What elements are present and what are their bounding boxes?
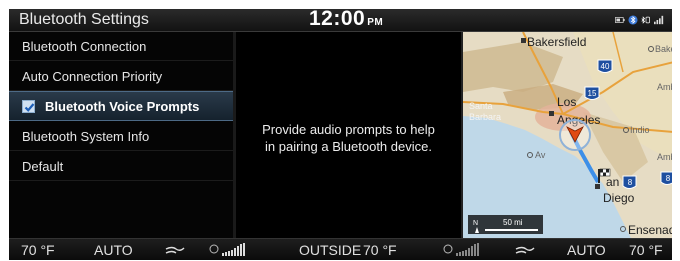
passenger-climate-mode[interactable]: AUTO bbox=[567, 242, 606, 258]
city-marker bbox=[549, 111, 554, 116]
menu-item-bluetooth-connection[interactable]: Bluetooth Connection bbox=[9, 32, 233, 61]
map-graphic: 40 15 8 8 Bakersfield Los Angeles an Die… bbox=[463, 32, 672, 238]
shield-label: 40 bbox=[601, 62, 610, 71]
shield-label: 8 bbox=[628, 178, 633, 187]
signal-icon bbox=[654, 15, 664, 25]
airflow-mode-icon[interactable] bbox=[514, 243, 536, 256]
interstate-shield: 8 bbox=[660, 171, 672, 185]
climate-bar: 70 °F AUTO OUTSIDE 70 °F AUTO 70 °F bbox=[9, 238, 672, 260]
fan-speed-icon[interactable] bbox=[443, 242, 485, 257]
infotainment-screen: Bluetooth Settings 12:00 PM Bluetooth Con… bbox=[9, 9, 672, 260]
map-label: Barbara bbox=[469, 112, 501, 122]
page-title: Bluetooth Settings bbox=[19, 11, 149, 28]
map-scale-box: N 50 mi bbox=[468, 215, 543, 234]
description-panel: Provide audio prompts to help in pairing… bbox=[236, 32, 461, 238]
airflow-mode-icon[interactable] bbox=[164, 243, 186, 256]
menu-item-label: Bluetooth Voice Prompts bbox=[45, 99, 200, 114]
menu-item-label: Bluetooth Connection bbox=[22, 39, 147, 54]
map-label: Indio bbox=[630, 125, 650, 135]
menu-item-auto-connection-priority[interactable]: Auto Connection Priority bbox=[9, 62, 233, 91]
scale-bar bbox=[485, 229, 538, 231]
outside-label: OUTSIDE bbox=[299, 242, 362, 258]
map-label: Bakersfield bbox=[527, 35, 586, 49]
map-label: Los bbox=[557, 95, 576, 109]
city-marker bbox=[595, 184, 600, 189]
menu-item-label: Default bbox=[22, 159, 64, 174]
map-label: Av bbox=[535, 150, 546, 160]
navigation-map[interactable]: 40 15 8 8 Bakersfield Los Angeles an Die… bbox=[461, 32, 672, 238]
interstate-shield: 15 bbox=[584, 86, 600, 100]
map-label: Baker bbox=[655, 44, 672, 54]
map-label: Diego bbox=[603, 191, 635, 205]
clock-time: 12:00 bbox=[309, 9, 366, 30]
menu-item-bluetooth-system-info[interactable]: Bluetooth System Info bbox=[9, 122, 233, 151]
city-marker bbox=[521, 38, 526, 43]
bluetooth-phone-icon bbox=[641, 16, 650, 24]
status-icons bbox=[615, 14, 664, 26]
top-bar: Bluetooth Settings 12:00 PM bbox=[9, 9, 672, 32]
menu-item-default[interactable]: Default bbox=[9, 152, 233, 181]
settings-menu: Bluetooth Connection Auto Connection Pri… bbox=[9, 32, 233, 238]
fan-speed-icon[interactable] bbox=[209, 242, 251, 257]
map-label: Amb bbox=[657, 82, 672, 92]
menu-item-bluetooth-voice-prompts[interactable]: Bluetooth Voice Prompts bbox=[9, 91, 233, 121]
menu-item-label: Auto Connection Priority bbox=[22, 69, 163, 84]
map-label: an bbox=[606, 175, 619, 189]
map-label: Ensenad bbox=[628, 223, 672, 237]
current-position-icon bbox=[559, 119, 591, 151]
outside-temperature: 70 °F bbox=[363, 242, 397, 258]
description-text: Provide audio prompts to help in pairing… bbox=[262, 122, 435, 154]
map-label: Amb bbox=[657, 152, 672, 162]
battery-icon bbox=[615, 17, 625, 23]
bluetooth-icon bbox=[628, 15, 638, 25]
menu-item-label: Bluetooth System Info bbox=[22, 129, 150, 144]
driver-temperature[interactable]: 70 °F bbox=[21, 242, 55, 258]
driver-climate-mode[interactable]: AUTO bbox=[94, 242, 133, 258]
clock-ampm: PM bbox=[367, 17, 384, 28]
interstate-shield: 40 bbox=[597, 59, 613, 73]
north-indicator: N bbox=[473, 220, 478, 227]
map-scale: 50 mi bbox=[503, 218, 523, 227]
interstate-shield: 8 bbox=[622, 175, 637, 189]
map-label: Santa bbox=[469, 101, 493, 111]
shield-label: 8 bbox=[666, 174, 671, 183]
checkbox-checked-icon[interactable] bbox=[22, 100, 35, 113]
passenger-temperature[interactable]: 70 °F bbox=[629, 242, 663, 258]
shield-label: 15 bbox=[588, 89, 597, 98]
